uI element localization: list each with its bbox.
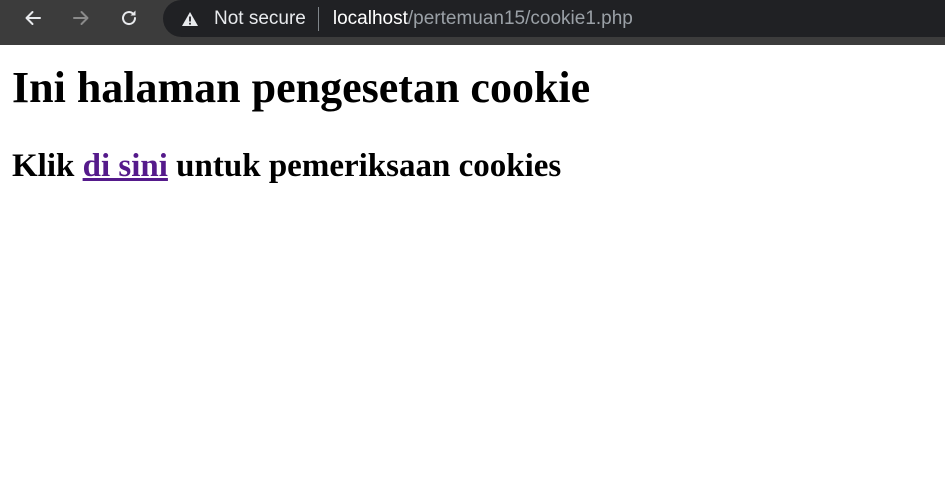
page-content: Ini halaman pengesetan cookie Klik di si…: [0, 45, 945, 482]
browser-toolbar: Not secure localhost /pertemuan15/cookie…: [0, 0, 945, 45]
forward-arrow-icon: [73, 11, 89, 25]
forward-button[interactable]: [65, 2, 97, 34]
url-path: /pertemuan15/cookie1.php: [407, 7, 633, 29]
reload-icon: [122, 10, 137, 26]
page-heading: Ini halaman pengesetan cookie: [12, 63, 591, 112]
security-status-label[interactable]: Not secure: [214, 8, 306, 30]
instruction-prefix: Klik: [12, 148, 75, 184]
url-host: localhost: [332, 7, 408, 29]
address-bar[interactable]: Not secure localhost /pertemuan15/cookie…: [163, 0, 945, 37]
instruction-suffix: untuk pemeriksaan cookies: [176, 148, 562, 184]
back-arrow-icon: [25, 11, 41, 25]
warning-triangle-icon[interactable]: [180, 9, 200, 29]
omnibox-divider: [317, 6, 319, 31]
back-button[interactable]: [17, 2, 49, 34]
instruction-heading: Klik di sini untuk pemeriksaan cookies: [12, 146, 561, 186]
reload-button[interactable]: [113, 2, 145, 34]
check-cookies-link[interactable]: di sini: [83, 148, 168, 184]
